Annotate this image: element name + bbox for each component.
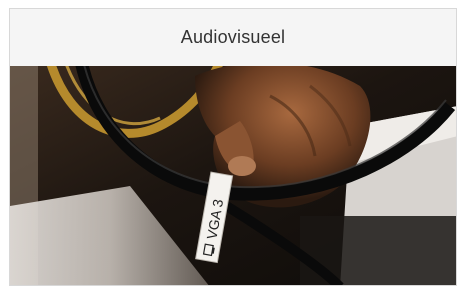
card-header: Audiovisueel [10, 9, 456, 66]
category-card[interactable]: Audiovisueel VGA 3 [9, 8, 457, 286]
photo-illustration: VGA 3 [10, 66, 456, 285]
card-title: Audiovisueel [180, 27, 286, 47]
vga-cable-photo-icon[interactable]: VGA 3 [10, 66, 456, 285]
